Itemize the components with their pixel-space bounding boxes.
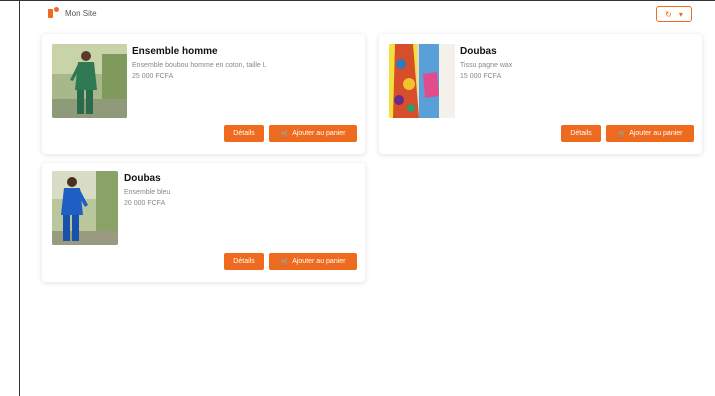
- header-menu-button[interactable]: ↻ ▾: [656, 6, 692, 22]
- product-title: Doubas: [460, 46, 497, 57]
- product-info: Doubas Tissu pagne wax 15 000 FCFA: [460, 46, 680, 80]
- product-price: 15 000 FCFA: [460, 73, 502, 80]
- add-to-cart-button[interactable]: 🛒 Ajouter au panier: [269, 125, 357, 142]
- cart-icon: 🛒: [280, 258, 290, 266]
- header: Mon Site ↻ ▾: [42, 4, 702, 28]
- details-button[interactable]: Détails: [561, 125, 601, 142]
- product-card: Ensemble homme Ensemble boubou homme en …: [42, 34, 365, 154]
- window-left-border: [19, 0, 20, 396]
- add-to-cart-button[interactable]: 🛒 Ajouter au panier: [269, 253, 357, 270]
- product-actions: Détails 🛒 Ajouter au panier: [561, 125, 694, 142]
- add-to-cart-label: Ajouter au panier: [629, 130, 683, 137]
- product-image[interactable]: [52, 44, 127, 118]
- product-description: Ensemble boubou homme en coton, taille L: [132, 62, 267, 69]
- product-actions: Détails 🛒 Ajouter au panier: [224, 125, 357, 142]
- details-button[interactable]: Détails: [224, 253, 264, 270]
- logo[interactable]: Mon Site: [48, 7, 97, 19]
- product-card: Doubas Tissu pagne wax 15 000 FCFA Détai…: [379, 34, 702, 154]
- product-title: Ensemble homme: [132, 46, 218, 57]
- window-top-border: [0, 0, 715, 1]
- product-image[interactable]: [52, 171, 118, 245]
- cart-icon: 🛒: [280, 130, 290, 138]
- product-description: Tissu pagne wax: [460, 62, 513, 69]
- product-description: Ensemble bleu: [124, 189, 171, 196]
- product-price: 20 000 FCFA: [124, 200, 166, 207]
- product-actions: Détails 🛒 Ajouter au panier: [224, 253, 357, 270]
- logo-icon: [48, 7, 60, 19]
- add-to-cart-label: Ajouter au panier: [292, 258, 346, 265]
- cart-icon: 🛒: [617, 130, 627, 138]
- refresh-icon: ↻: [665, 9, 672, 19]
- product-info: Doubas Ensemble bleu 20 000 FCFA: [124, 173, 344, 207]
- product-card: Doubas Ensemble bleu 20 000 FCFA Détails…: [42, 163, 365, 282]
- product-image[interactable]: [389, 44, 455, 118]
- product-info: Ensemble homme Ensemble boubou homme en …: [132, 46, 352, 80]
- chevron-down-icon: ▾: [678, 9, 683, 19]
- details-button[interactable]: Détails: [224, 125, 264, 142]
- product-price: 25 000 FCFA: [132, 73, 174, 80]
- product-title: Doubas: [124, 173, 161, 184]
- add-to-cart-button[interactable]: 🛒 Ajouter au panier: [606, 125, 694, 142]
- add-to-cart-label: Ajouter au panier: [292, 130, 346, 137]
- brand-name: Mon Site: [65, 8, 97, 18]
